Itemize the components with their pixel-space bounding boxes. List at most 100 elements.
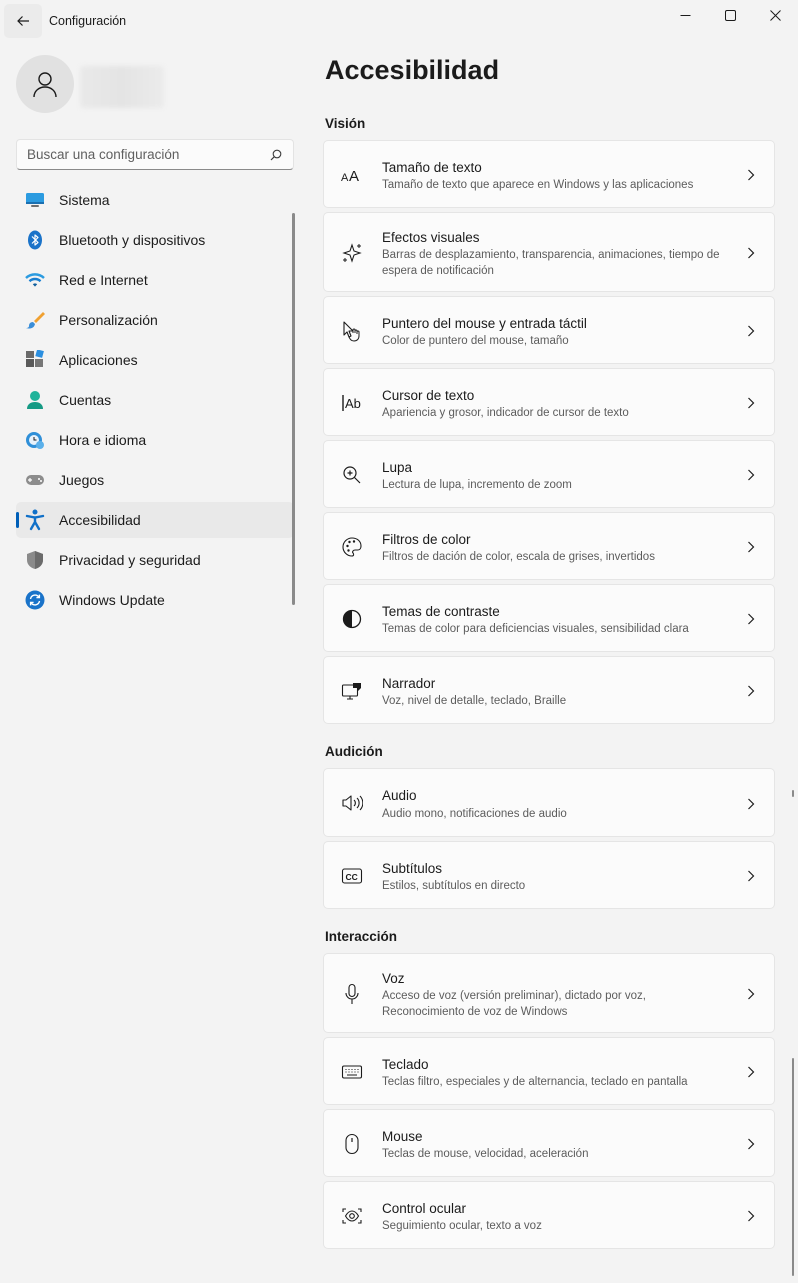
back-button[interactable] [4, 4, 42, 38]
chevron-right-icon [744, 540, 758, 554]
card-puntero-mouse[interactable]: Puntero del mouse y entrada táctil Color… [323, 296, 775, 364]
card-narrador[interactable]: Narrador Voz, nivel de detalle, teclado,… [323, 656, 775, 724]
sidebar-item-cuentas[interactable]: Cuentas [16, 382, 294, 418]
card-description: Lectura de lupa, incremento de zoom [382, 479, 572, 491]
narrator-icon [341, 680, 363, 702]
search-icon[interactable] [269, 148, 283, 162]
main-scrollbar[interactable] [792, 1058, 794, 1276]
card-title: Control ocular [382, 1201, 467, 1216]
sidebar-item-label: Aplicaciones [59, 352, 138, 368]
text-cursor-icon: Ab [341, 392, 363, 414]
card-description: Color de puntero del mouse, tamaño [382, 335, 569, 347]
card-description: Teclas filtro, especiales y de alternanc… [382, 1076, 688, 1088]
sidebar-item-aplicaciones[interactable]: Aplicaciones [16, 342, 294, 378]
sidebar-item-personalizacion[interactable]: Personalización [16, 302, 294, 338]
card-title: Mouse [382, 1129, 423, 1144]
sidebar-item-label: Juegos [59, 472, 105, 488]
card-description: Estilos, subtítulos en directo [382, 880, 526, 892]
sidebar-item-windows-update[interactable]: Windows Update [16, 582, 294, 618]
person-icon [30, 69, 60, 99]
keyboard-icon [341, 1061, 363, 1083]
card-control-ocular[interactable]: Control ocular Seguimiento ocular, texto… [323, 1181, 775, 1249]
palette-icon [341, 536, 363, 558]
brush-icon [24, 309, 46, 331]
card-title: Efectos visuales [382, 230, 480, 245]
card-title: Voz [382, 971, 405, 986]
card-subtitulos[interactable]: CC Subtítulos Estilos, subtítulos en dir… [323, 841, 775, 909]
account-icon [24, 389, 46, 411]
chevron-right-icon [744, 1065, 758, 1079]
sidebar-item-label: Hora e idioma [59, 432, 147, 448]
sidebar-item-label: Privacidad y seguridad [59, 552, 201, 568]
card-description: Tamaño de texto que aparece en Windows y… [382, 179, 694, 191]
chevron-right-icon [744, 468, 758, 482]
search-input[interactable] [27, 147, 269, 162]
card-description: Seguimiento ocular, texto a voz [382, 1220, 542, 1232]
card-filtros-color[interactable]: Filtros de color Filtros de dación de co… [323, 512, 775, 580]
minimize-button[interactable] [662, 0, 708, 30]
chevron-right-icon [744, 684, 758, 698]
avatar[interactable] [16, 55, 74, 113]
sidebar-item-sistema[interactable]: Sistema [16, 182, 294, 218]
chevron-right-icon [744, 1137, 758, 1151]
magnifier-icon [341, 464, 363, 486]
eye-control-icon [341, 1205, 363, 1227]
sidebar-item-juegos[interactable]: Juegos [16, 462, 294, 498]
card-title: Lupa [382, 460, 413, 475]
title-bar: Configuración [0, 0, 798, 44]
chevron-right-icon [744, 396, 758, 410]
clock-globe-icon [24, 429, 46, 451]
card-lupa[interactable]: Lupa Lectura de lupa, incremento de zoom [323, 440, 775, 508]
chevron-right-icon [744, 1209, 758, 1223]
close-button[interactable] [752, 0, 798, 30]
sidebar-item-bluetooth[interactable]: Bluetooth y dispositivos [16, 222, 294, 258]
card-title: Filtros de color [382, 532, 471, 547]
card-voz[interactable]: Voz Acceso de voz (versión preliminar), … [323, 953, 775, 1033]
card-tamano-texto[interactable]: AA Tamaño de texto Tamaño de texto que a… [323, 140, 775, 208]
sidebar-item-label: Sistema [59, 192, 110, 208]
sidebar-scrollbar[interactable] [292, 213, 295, 605]
arrow-left-icon [16, 14, 30, 28]
card-mouse[interactable]: Mouse Teclas de mouse, velocidad, aceler… [323, 1109, 775, 1177]
maximize-button[interactable] [707, 0, 753, 30]
section-title-vision: Visión [325, 116, 366, 131]
card-description: Acceso de voz (versión preliminar), dict… [382, 990, 646, 1018]
card-cursor-texto[interactable]: Ab Cursor de texto Apariencia y grosor, … [323, 368, 775, 436]
svg-text:Ab: Ab [345, 396, 361, 411]
card-efectos-visuales[interactable]: Efectos visuales Barras de desplazamient… [323, 212, 775, 292]
scrollbar-marker [792, 790, 794, 797]
accessibility-icon [24, 509, 46, 531]
chevron-right-icon [744, 869, 758, 883]
shield-icon [24, 549, 46, 571]
maximize-icon [724, 9, 736, 21]
card-title: Subtítulos [382, 861, 443, 876]
card-title: Puntero del mouse y entrada táctil [382, 316, 587, 331]
sidebar-item-privacidad[interactable]: Privacidad y seguridad [16, 542, 294, 578]
sidebar-nav: Sistema Bluetooth y dispositivos Red e I… [16, 182, 294, 622]
sidebar-item-accesibilidad[interactable]: Accesibilidad [16, 502, 294, 538]
sidebar-item-label: Bluetooth y dispositivos [59, 232, 206, 248]
card-title: Narrador [382, 676, 436, 691]
profile-name-redacted [80, 66, 164, 108]
svg-text:A: A [341, 172, 349, 183]
sidebar-item-hora-idioma[interactable]: Hora e idioma [16, 422, 294, 458]
card-audio[interactable]: Audio Audio mono, notificaciones de audi… [323, 768, 775, 837]
page-title: Accesibilidad [325, 55, 500, 85]
card-title: Cursor de texto [382, 388, 475, 403]
section-title-audicion: Audición [325, 744, 383, 759]
sidebar-item-red-internet[interactable]: Red e Internet [16, 262, 294, 298]
app-title: Configuración [49, 14, 127, 28]
sidebar-item-label: Red e Internet [59, 272, 148, 288]
apps-icon [24, 349, 46, 371]
sparkle-icon [341, 242, 363, 264]
card-description: Temas de color para deficiencias visuale… [382, 623, 689, 635]
card-description: Apariencia y grosor, indicador de cursor… [382, 407, 629, 419]
card-title: Teclado [382, 1057, 429, 1072]
card-description: Barras de desplazamiento, transparencia,… [382, 249, 720, 277]
microphone-icon [341, 983, 363, 1005]
search-box[interactable] [16, 139, 294, 170]
card-description: Teclas de mouse, velocidad, aceleración [382, 1148, 589, 1160]
chevron-right-icon [744, 168, 758, 182]
card-temas-contraste[interactable]: Temas de contraste Temas de color para d… [323, 584, 775, 652]
card-teclado[interactable]: Teclado Teclas filtro, especiales y de a… [323, 1037, 775, 1105]
